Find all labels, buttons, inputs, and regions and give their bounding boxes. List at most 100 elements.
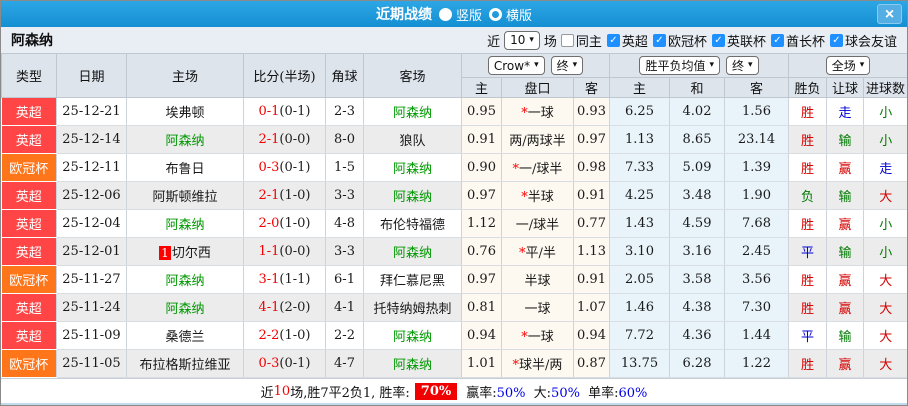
radio-icon[interactable] — [489, 7, 502, 21]
avg-type-value: 胜平负均值 — [645, 59, 706, 73]
goals-result-cell: 大 — [863, 349, 907, 378]
away-team-name: 阿森纳 — [392, 106, 432, 121]
home-team-cell: 阿森纳 — [126, 265, 244, 294]
table-row: 英超 25-11-09 桑德兰 2-2(1-0) 2-2 阿森纳 0.94 *一球 0.94 7.… — [1, 321, 907, 350]
corner-score-cell: 4-8 — [325, 209, 364, 238]
fulltime-result-cell: 胜 — [788, 153, 827, 182]
home-team-name: 阿森纳 — [165, 302, 205, 317]
home-team-name: 阿森纳 — [165, 218, 205, 233]
odds-time-dropdown[interactable]: 终 ▾ — [550, 56, 584, 75]
avg-home-cell: 2.05 — [609, 265, 670, 294]
halftime-score: (0-1) — [279, 104, 311, 119]
avg-header-group: 胜平负均值 ▾ 终 ▾ — [609, 53, 790, 78]
home-team-cell: 桑德兰 — [126, 321, 244, 350]
avg-draw-cell: 3.58 — [669, 265, 725, 294]
match-type-badge: 英超 — [1, 125, 57, 154]
fulltime-score: 0-3 — [258, 356, 280, 371]
stat-label: 赢率: — [466, 385, 497, 401]
avg-type-dropdown[interactable]: 胜平负均值 ▾ — [639, 56, 721, 75]
view-mode-option[interactable]: 竖版 — [438, 5, 482, 24]
team-name-title: 阿森纳 — [11, 33, 53, 49]
filter-checkbox[interactable]: ✓ 球会友谊 — [829, 31, 897, 50]
radio-icon[interactable] — [438, 7, 452, 21]
result-scope-dropdown[interactable]: 全场 ▾ — [825, 56, 871, 75]
odds-home-cell: 0.81 — [461, 293, 502, 322]
result-header-group: 全场 ▾ — [788, 53, 907, 78]
fulltime-result-cell: 平 — [788, 237, 827, 266]
checkbox-label: 英联杯 — [726, 34, 766, 50]
match-type-badge: 欧冠杯 — [1, 153, 57, 182]
filter-checkbox[interactable]: ✓ 英联杯 — [711, 31, 766, 50]
subheader-odds-away: 客 — [572, 77, 611, 98]
match-count-select[interactable]: 10 ▾ — [504, 30, 540, 50]
filter-checkbox[interactable]: ✓ 酋长杯 — [770, 31, 825, 50]
summary-record: 场,胜7平2负1, 胜率: — [290, 385, 410, 401]
fulltime-result-cell: 胜 — [788, 97, 827, 126]
filter-checkbox[interactable]: ✓ 欧冠杯 — [652, 31, 707, 50]
fulltime-score: 2-0 — [258, 216, 280, 231]
score-cell: 2-2(1-0) — [243, 321, 326, 350]
away-team-cell: 阿森纳 — [363, 237, 462, 266]
home-team-name: 阿森纳 — [165, 274, 205, 289]
halftime-score: (0-1) — [279, 160, 311, 175]
odds-away-cell: 0.91 — [572, 265, 610, 294]
avg-time-dropdown[interactable]: 终 ▾ — [726, 56, 759, 75]
handicap-cell: 一/球半 — [501, 209, 574, 238]
avg-away-cell: 1.22 — [724, 349, 789, 378]
avg-home-cell: 13.75 — [609, 349, 670, 378]
filter-checkbox[interactable]: 同主 — [560, 31, 602, 50]
checkbox-icon[interactable]: ✓ — [829, 33, 843, 47]
avg-draw-cell: 4.59 — [669, 209, 725, 238]
avg-draw-cell: 3.48 — [669, 181, 725, 210]
fulltime-score: 2-2 — [258, 328, 280, 343]
checkbox-icon[interactable]: ✓ — [711, 33, 725, 47]
avg-draw-cell: 3.16 — [669, 237, 725, 266]
odds-away-cell: 0.97 — [572, 125, 610, 154]
home-team-name: 阿斯顿维拉 — [152, 190, 218, 205]
away-team-name: 阿森纳 — [392, 330, 432, 345]
goals-result-cell: 小 — [863, 209, 907, 238]
avg-draw-cell: 5.09 — [669, 153, 725, 182]
odd-rate: 单率:60% — [584, 382, 647, 401]
close-button[interactable]: × — [877, 4, 902, 24]
score-cell: 2-1(1-0) — [243, 181, 326, 210]
away-team-cell: 托特纳姆热刺 — [363, 293, 462, 322]
score-cell: 4-1(2-0) — [243, 293, 326, 322]
checkbox-label: 酋长杯 — [785, 34, 825, 50]
date-cell: 25-12-04 — [56, 209, 127, 238]
checkbox-icon[interactable]: ✓ — [606, 33, 620, 47]
corner-score-cell: 1-5 — [325, 153, 364, 182]
avg-home-cell: 7.72 — [609, 321, 670, 350]
avg-away-cell: 1.90 — [724, 181, 789, 210]
filter-checkbox[interactable]: ✓ 英超 — [606, 31, 648, 50]
fulltime-score: 0-1 — [258, 104, 280, 119]
win-rate-badge: 70% — [414, 382, 458, 400]
odds-away-cell: 0.77 — [572, 209, 610, 238]
home-team-name: 切尔西 — [171, 246, 211, 261]
view-mode-option[interactable]: 横版 — [489, 5, 532, 24]
handicap-result-cell: 赢 — [826, 265, 864, 294]
odds-home-cell: 0.76 — [461, 237, 502, 266]
odds-company-dropdown[interactable]: Crow* ▾ — [487, 56, 545, 75]
subheader-odds-home: 主 — [461, 77, 502, 98]
handicap-result-cell: 赢 — [826, 349, 864, 378]
fulltime-result-cell: 胜 — [788, 293, 827, 322]
checkbox-icon[interactable] — [560, 33, 574, 47]
radio-label: 横版 — [506, 8, 533, 24]
checkbox-icon[interactable]: ✓ — [770, 33, 784, 47]
handicap-cell: 一球 — [501, 293, 574, 322]
home-team-cell: 阿森纳 — [126, 209, 244, 238]
match-type-badge: 英超 — [1, 181, 57, 210]
summary-prefix: 近 — [260, 385, 274, 401]
handicap-cell: 两/两球半 — [501, 125, 574, 154]
handicap-name: 一球 — [524, 302, 551, 317]
handicap-cell: *一球 — [501, 97, 574, 126]
fulltime-score: 2-1 — [258, 188, 280, 203]
handicap-name: 平/半 — [525, 246, 556, 261]
home-team-name: 埃弗顿 — [165, 106, 205, 121]
checkbox-icon[interactable]: ✓ — [652, 33, 666, 47]
odds-home-cell: 0.97 — [461, 181, 502, 210]
chevron-down-icon: ▾ — [709, 60, 715, 70]
goals-result-cell: 小 — [863, 125, 907, 154]
corner-score-cell: 2-3 — [325, 97, 364, 126]
